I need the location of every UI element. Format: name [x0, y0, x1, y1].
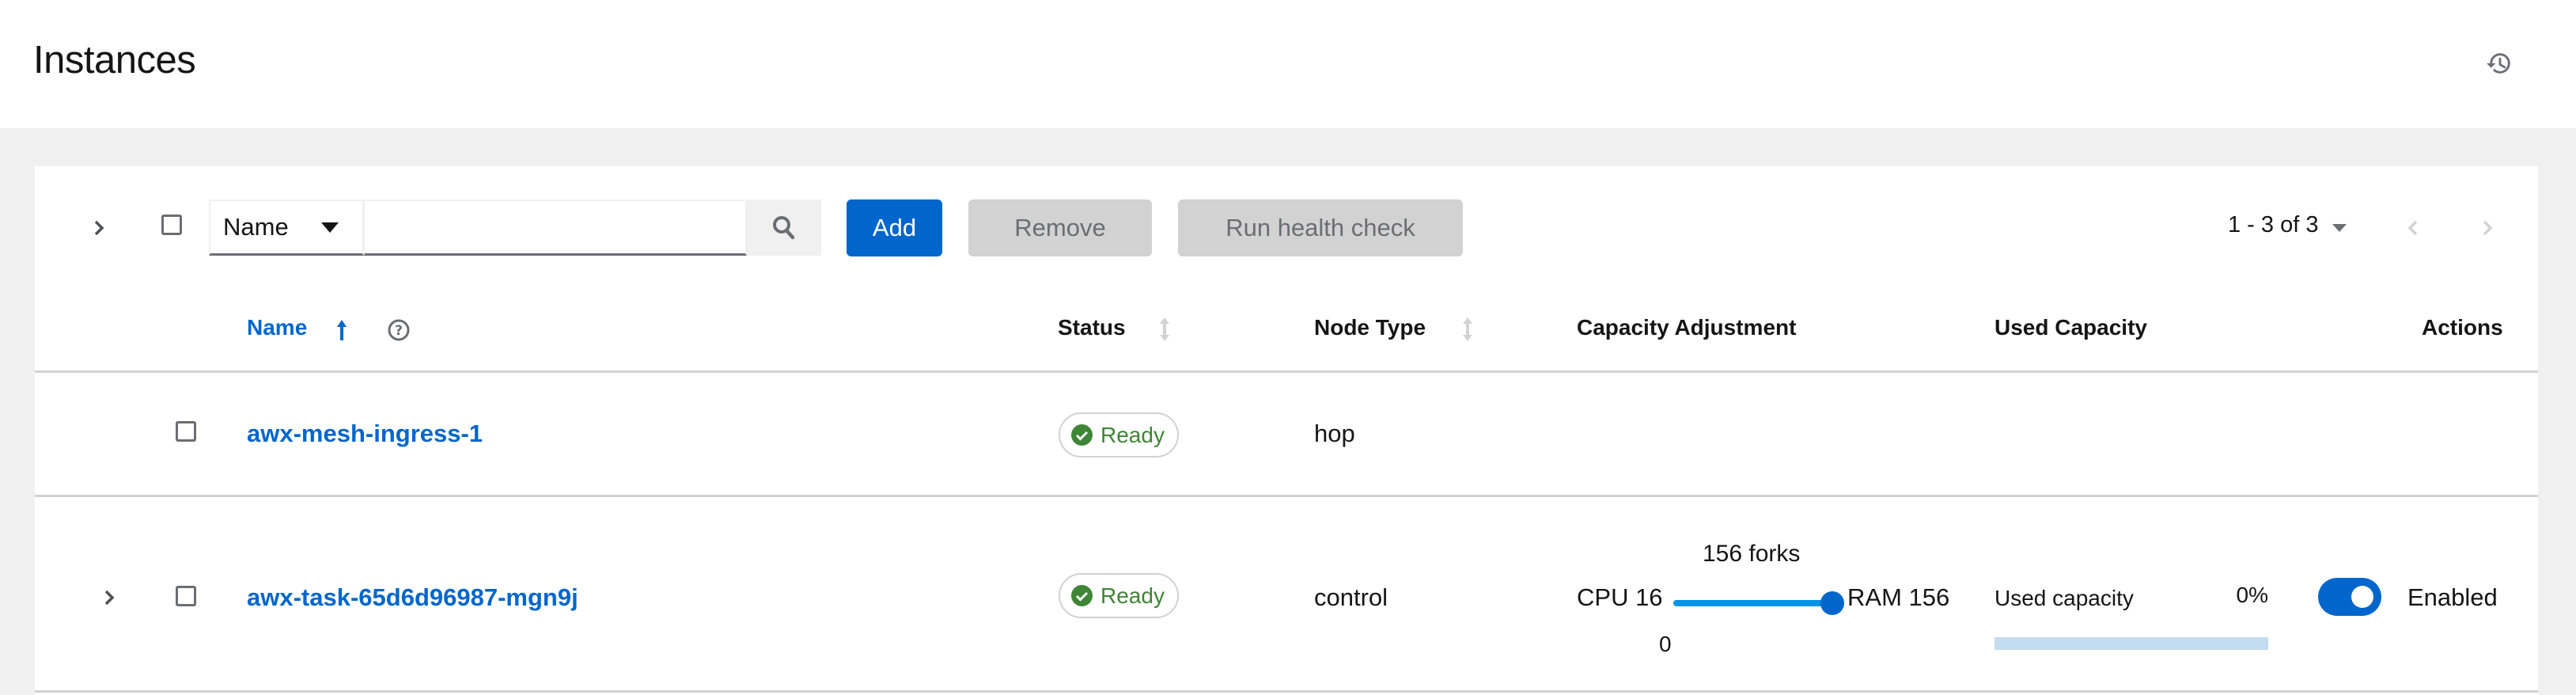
- filter-select-value: Name: [223, 213, 289, 241]
- toggle-knob: [2351, 586, 2373, 608]
- status-label: Ready: [1100, 422, 1165, 447]
- enabled-toggle[interactable]: [2318, 578, 2381, 616]
- status-label: Ready: [1100, 583, 1165, 608]
- row-expand-toggle[interactable]: [97, 586, 121, 610]
- next-page-button[interactable]: [2473, 214, 2502, 242]
- expand-all-toggle[interactable]: [87, 216, 111, 240]
- sort-ascending-icon: [337, 320, 347, 340]
- check-circle-icon: [1071, 424, 1093, 446]
- header-divider: [35, 370, 2538, 373]
- search-icon: [773, 215, 795, 239]
- chevron-right-icon: [2483, 220, 2493, 236]
- remove-button[interactable]: Remove: [968, 199, 1152, 256]
- instance-name-link[interactable]: awx-mesh-ingress-1: [247, 420, 483, 448]
- page-header: Instances: [0, 0, 2576, 128]
- slider-min-label: 0: [1659, 632, 1672, 656]
- status-badge: Ready: [1059, 573, 1179, 618]
- status-badge: Ready: [1059, 412, 1179, 458]
- column-header-status-label: Status: [1058, 315, 1126, 340]
- chevron-right-icon: [104, 590, 115, 606]
- cpu-capacity-label: CPU 16: [1577, 583, 1663, 611]
- used-capacity-bar: [1995, 637, 2268, 650]
- check-circle-icon: [1071, 585, 1093, 606]
- page-gutter: [2538, 166, 2576, 695]
- capacity-slider-track[interactable]: [1673, 600, 1832, 606]
- column-header-status[interactable]: Status: [1058, 315, 1126, 340]
- help-icon[interactable]: ?: [386, 317, 411, 343]
- node-type: control: [1314, 583, 1388, 611]
- column-header-name-label: Name: [247, 315, 308, 340]
- add-button[interactable]: Add: [847, 199, 942, 256]
- page-title: Instances: [33, 39, 196, 82]
- run-health-check-button[interactable]: Run health check: [1178, 199, 1463, 256]
- column-header-name[interactable]: Name: [247, 315, 307, 340]
- search-button[interactable]: [747, 199, 821, 256]
- select-all-checkbox[interactable]: [161, 215, 182, 235]
- column-header-used-capacity: Used Capacity: [1995, 315, 2147, 340]
- svg-text:?: ?: [395, 323, 403, 339]
- capacity-slider-thumb[interactable]: [1820, 591, 1844, 615]
- row-checkbox[interactable]: [176, 586, 196, 606]
- node-type: hop: [1314, 420, 1355, 447]
- column-header-capacity-adjustment: Capacity Adjustment: [1577, 315, 1797, 340]
- pagination-range: 1 - 3 of 3: [2228, 212, 2319, 237]
- row-divider: [35, 690, 2538, 693]
- column-header-node-type[interactable]: Node Type: [1314, 315, 1426, 340]
- chevron-left-icon: [2407, 220, 2418, 236]
- sort-icon: [1160, 317, 1169, 341]
- pagination-per-page-toggle[interactable]: [2332, 224, 2347, 232]
- enabled-label: Enabled: [2407, 583, 2498, 611]
- search-input[interactable]: [364, 199, 747, 256]
- instances-card: Name Add Remove Run health check 1 - 3 o…: [35, 166, 2538, 695]
- used-capacity-percent: 0%: [2236, 583, 2268, 607]
- column-header-actions: Actions: [2422, 315, 2503, 340]
- used-capacity-label: Used capacity: [1995, 586, 2134, 610]
- row-divider: [35, 495, 2538, 497]
- previous-page-button[interactable]: [2399, 214, 2427, 242]
- filter-attribute-select[interactable]: Name: [209, 199, 364, 256]
- forks-label: 156 forks: [1703, 541, 1801, 567]
- activity-stream-button[interactable]: [2481, 44, 2519, 82]
- column-header-node-type-label: Node Type: [1314, 315, 1426, 340]
- ram-capacity-label: RAM 156: [1847, 583, 1950, 611]
- caret-down-icon: [321, 222, 339, 233]
- history-icon: [2487, 53, 2510, 74]
- sort-icon: [1463, 317, 1472, 341]
- row-checkbox[interactable]: [176, 421, 196, 442]
- instance-name-link[interactable]: awx-task-65d6d96987-mgn9j: [247, 583, 578, 612]
- capacity-slider-fill: [1673, 600, 1832, 606]
- chevron-right-icon: [94, 220, 104, 236]
